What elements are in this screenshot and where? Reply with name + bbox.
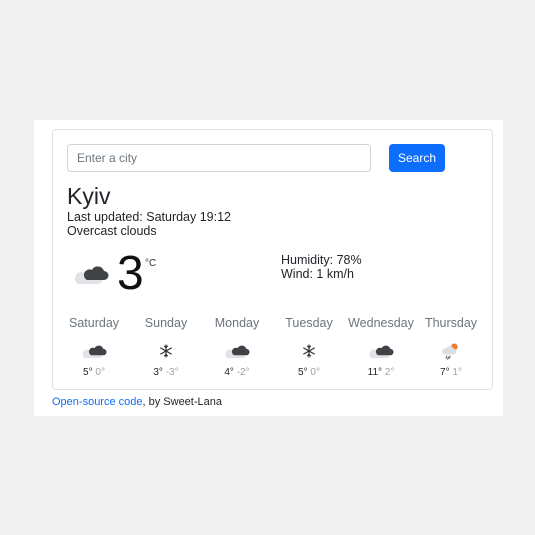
forecast-max-temp: 11° (367, 367, 383, 378)
forecast-min-temp: 2° (384, 367, 395, 378)
forecast-day-name: Wednesday (348, 316, 414, 330)
footer: Open-source code, by Sweet-Lana (52, 395, 222, 409)
app-container: Search Kyiv Last updated: Saturday 19:12… (34, 120, 503, 416)
city-name: Kyiv (67, 183, 111, 209)
weather-description: Overcast clouds (67, 224, 157, 238)
source-code-link[interactable]: Open-source code (52, 396, 143, 408)
forecast-day-name: Monday (214, 316, 260, 330)
overcast-clouds-icon (368, 341, 394, 361)
forecast-day-name: Sunday (144, 316, 188, 330)
forecast-max-temp: 3° (153, 367, 163, 378)
snow-icon (157, 342, 175, 360)
humidity: Humidity: 78% (281, 253, 362, 267)
forecast-day: Wednesday 11° 2° (345, 316, 417, 379)
forecast-min-temp: -2° (236, 367, 250, 378)
forecast-max-temp: 5° (83, 367, 93, 378)
wind-speed: Wind: 1 km/h (281, 267, 354, 281)
forecast-max-temp: 7° (440, 367, 450, 378)
weather-card: Search Kyiv Last updated: Saturday 19:12… (52, 129, 493, 390)
forecast-max-temp: 5° (298, 367, 308, 378)
forecast-min-temp: 1° (452, 367, 462, 378)
temperature-unit[interactable]: °C (145, 258, 156, 270)
overcast-clouds-icon (224, 341, 250, 361)
forecast-max-temp: 4° (224, 367, 234, 378)
city-search-input[interactable] (67, 144, 371, 172)
forecast-min-temp: 0° (95, 367, 105, 378)
sun-rain-icon (441, 341, 461, 361)
forecast-day: Tuesday 5° 0° (273, 316, 345, 379)
forecast-min-temp: 0° (310, 367, 320, 378)
current-temperature: 3 (117, 247, 144, 300)
search-button[interactable]: Search (389, 144, 445, 172)
forecast-day-name: Tuesday (285, 316, 333, 330)
snow-icon (300, 342, 318, 360)
forecast-day: Monday 4° -2° (201, 316, 273, 379)
forecast-day: Sunday 3° -3° (130, 316, 202, 379)
last-updated: Last updated: Saturday 19:12 (67, 210, 232, 224)
overcast-clouds-icon (73, 260, 109, 288)
forecast-row: Saturday 5° 0° Sunday 3° -3° Monday 4° -… (53, 316, 494, 386)
footer-credit: , by Sweet-Lana (142, 396, 223, 408)
forecast-day-name: Saturday (68, 316, 120, 330)
forecast-min-temp: -3° (165, 367, 179, 378)
forecast-day: Saturday 5° 0° (58, 316, 130, 379)
forecast-day: Thursday 7° 1° (415, 316, 487, 379)
overcast-clouds-icon (81, 341, 107, 361)
forecast-day-name: Thursday (424, 316, 478, 330)
